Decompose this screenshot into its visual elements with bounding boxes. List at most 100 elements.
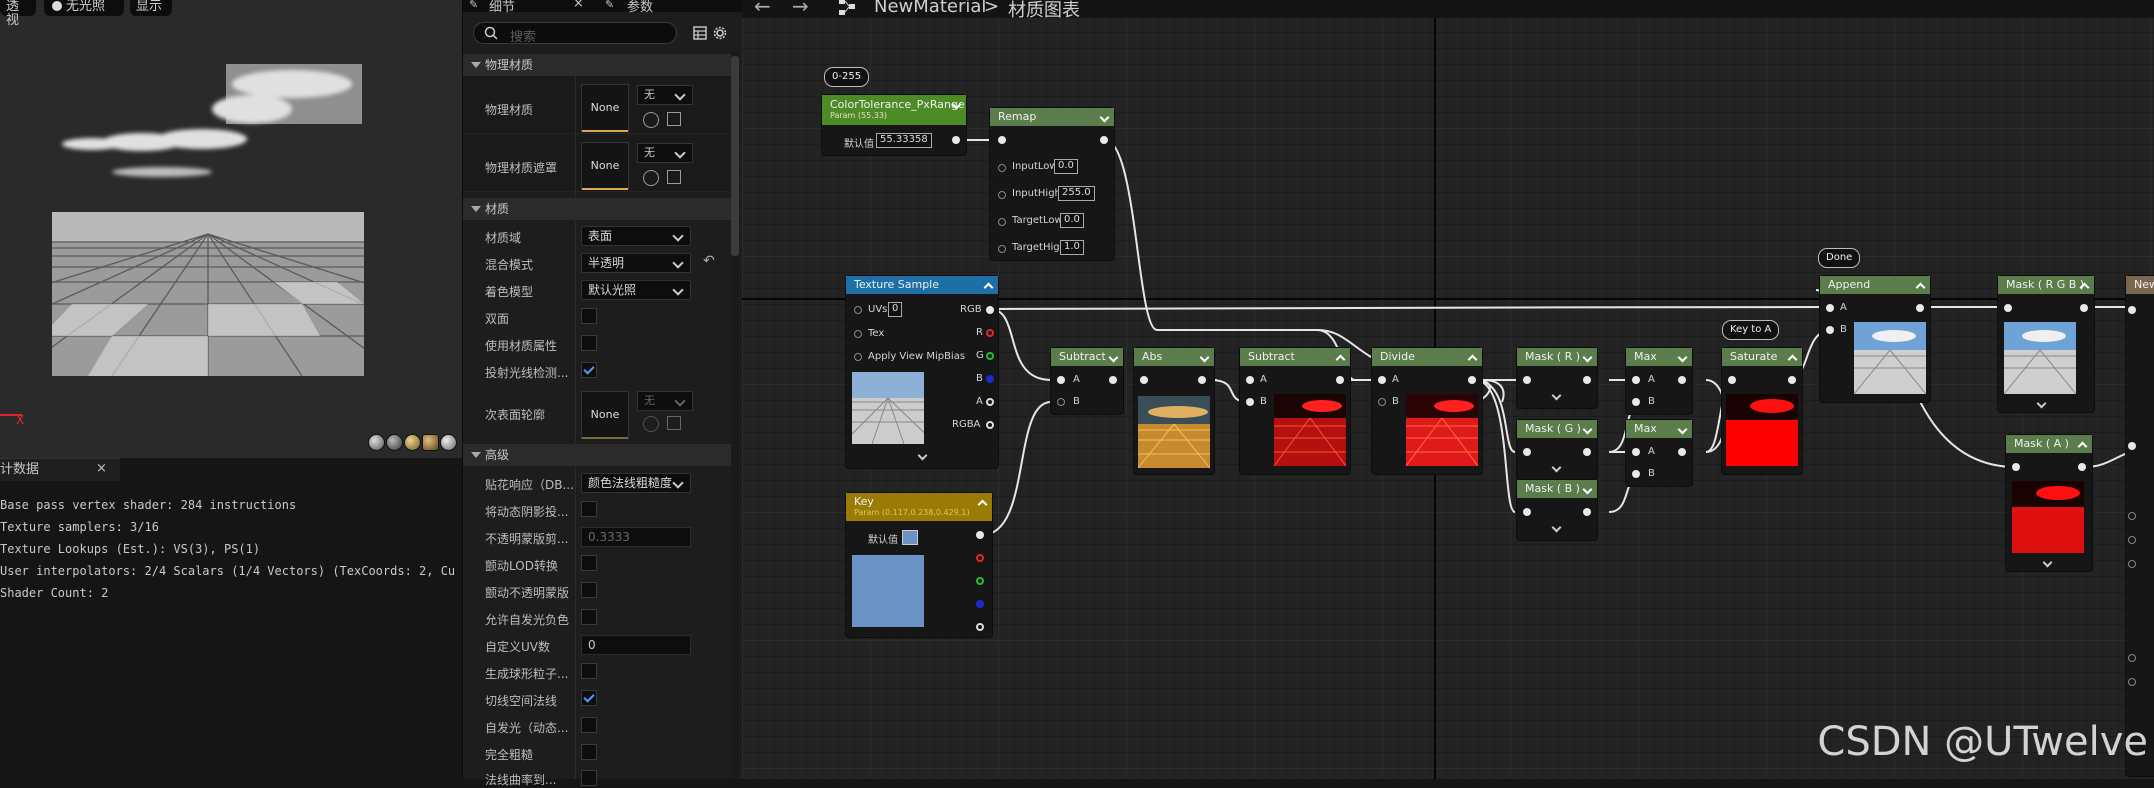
output-pin[interactable] [2078,463,2086,471]
browse-asset-icon[interactable] [667,416,681,430]
input-pin-b[interactable] [1378,398,1386,406]
node-material-result[interactable]: New [2126,276,2154,776]
input-pin-b[interactable] [1826,326,1834,334]
reset-arrow-icon[interactable] [643,112,659,128]
input-pin[interactable] [854,330,862,338]
input-pin[interactable] [2012,463,2020,471]
dynamic-shadow-checkbox[interactable] [581,501,597,517]
expand-chevron-icon[interactable] [2042,557,2053,568]
node-key-param[interactable]: Key Param (0.117,0.238,0.429,1) 默认值 [846,493,992,637]
output-pin-b[interactable] [976,600,984,608]
pin-value[interactable]: 0 [888,302,903,317]
opacity-clip-value-input[interactable]: 0.3333 [581,527,691,547]
input-pin[interactable] [2128,560,2136,568]
output-pin[interactable] [1468,376,1476,384]
output-pin[interactable] [1583,508,1591,516]
input-pin-a[interactable] [1057,376,1065,384]
input-pin-b[interactable] [1632,398,1640,406]
details-scrollbar-thumb[interactable] [731,56,739,256]
output-pin-r[interactable] [976,554,984,562]
pin-value[interactable]: 255.0 [1058,186,1095,201]
table-view-icon[interactable] [693,26,707,40]
input-pin[interactable] [998,245,1006,253]
two-sided-checkbox[interactable] [581,308,597,324]
input-pin-b[interactable] [1632,470,1640,478]
reset-to-default-icon[interactable]: ↶ [703,253,715,269]
output-pin[interactable] [1100,136,1108,144]
category-physical-material[interactable]: 物理材质 [463,54,731,76]
fully-rough-checkbox[interactable] [581,744,597,760]
tangent-space-normal-checkbox[interactable] [581,690,597,706]
param-default-value[interactable]: 55.33358 [876,133,932,148]
output-pin[interactable] [1583,448,1591,456]
node-remap[interactable]: Remap InputLow 0.0 InputHigh 255.0 TargetL… [990,108,1114,260]
output-pin[interactable] [1583,376,1591,384]
node-max-2[interactable]: Max A B [1626,420,1692,486]
show-button[interactable]: 显示 [130,0,172,16]
input-pin-a[interactable] [1378,376,1386,384]
input-pin[interactable] [998,191,1006,199]
node-mask-a[interactable]: Mask ( A ) [2006,435,2092,571]
category-material[interactable]: 材质 [463,198,731,220]
node-mask-b[interactable]: Mask ( B ) [1517,480,1597,540]
use-material-attributes-checkbox[interactable] [581,335,597,351]
output-pin[interactable] [1198,376,1206,384]
output-pin[interactable] [1678,376,1686,384]
dither-lod-checkbox[interactable] [581,555,597,571]
negative-emissive-checkbox[interactable] [581,609,597,625]
input-pin[interactable] [854,306,862,314]
input-pin[interactable] [1523,376,1531,384]
output-pin[interactable] [952,136,960,144]
output-pin-rgb[interactable] [986,306,994,314]
output-pin-g[interactable] [976,577,984,585]
pin-value[interactable]: 1.0 [1060,240,1084,255]
details-tab-close-icon[interactable]: × [573,0,584,11]
details-search-input[interactable]: 搜索 [473,22,677,45]
input-pin-a[interactable] [1246,376,1254,384]
input-pin-b[interactable] [1246,398,1254,406]
pin-value[interactable]: 0.0 [1054,159,1078,174]
expand-chevron-icon[interactable] [1551,390,1562,401]
input-pin[interactable] [2128,654,2136,662]
input-pin[interactable] [2128,536,2136,544]
node-mask-g[interactable]: Mask ( G ) [1517,420,1597,480]
pin-value[interactable]: 0.0 [1060,213,1084,228]
gear-icon[interactable] [713,26,727,40]
material-domain-dropdown[interactable]: 表面 [581,226,691,246]
node-colortolerance-param[interactable]: ColorTolerance_PxRange Param (55.33) 默认值 … [822,95,966,155]
output-pin[interactable] [2080,304,2088,312]
input-pin[interactable] [2004,304,2012,312]
perspective-button[interactable]: 透视 [0,0,36,28]
output-pin[interactable] [1336,376,1344,384]
input-pin[interactable] [854,353,862,361]
param-color-swatch[interactable] [902,530,918,545]
output-pin-a[interactable] [986,398,994,406]
expand-chevron-icon[interactable] [1551,522,1562,533]
dither-opacity-checkbox[interactable] [581,582,597,598]
input-pin[interactable] [2128,512,2136,520]
node-max-1[interactable]: Max A B [1626,348,1692,414]
reset-arrow-icon[interactable] [643,416,659,432]
node-subtract-1[interactable]: Subtract A B [1051,348,1123,414]
preview-sphere-icon[interactable] [368,434,385,451]
input-pin[interactable] [998,136,1006,144]
emissive-dynamic-checkbox[interactable] [581,717,597,733]
input-pin-a[interactable] [1632,448,1640,456]
node-texture-sample[interactable]: Texture Sample UVs 0 Tex Apply View MipBi… [846,276,998,468]
browse-asset-icon[interactable] [667,170,681,184]
output-pin[interactable] [1916,304,1924,312]
node-abs[interactable]: Abs [1134,348,1214,474]
node-append[interactable]: Append A B [1820,276,1930,402]
phys-mask-dropdown[interactable]: 无 [637,143,693,163]
subsurface-profile-asset-picker[interactable]: None [581,391,629,439]
output-pin[interactable] [976,531,984,539]
blend-mode-dropdown[interactable]: 半透明 [581,253,691,273]
output-pin[interactable] [1109,376,1117,384]
output-pin-b[interactable] [986,375,994,383]
preview-teapot-icon[interactable] [440,434,457,451]
input-pin-a[interactable] [1826,304,1834,312]
browse-asset-icon[interactable] [667,112,681,126]
output-pin-rgba[interactable] [986,421,994,429]
material-graph-canvas[interactable]: ← → NewMaterial > 材质图表 0-255 ColorTolera… [742,0,2154,779]
output-pin-r[interactable] [986,329,994,337]
